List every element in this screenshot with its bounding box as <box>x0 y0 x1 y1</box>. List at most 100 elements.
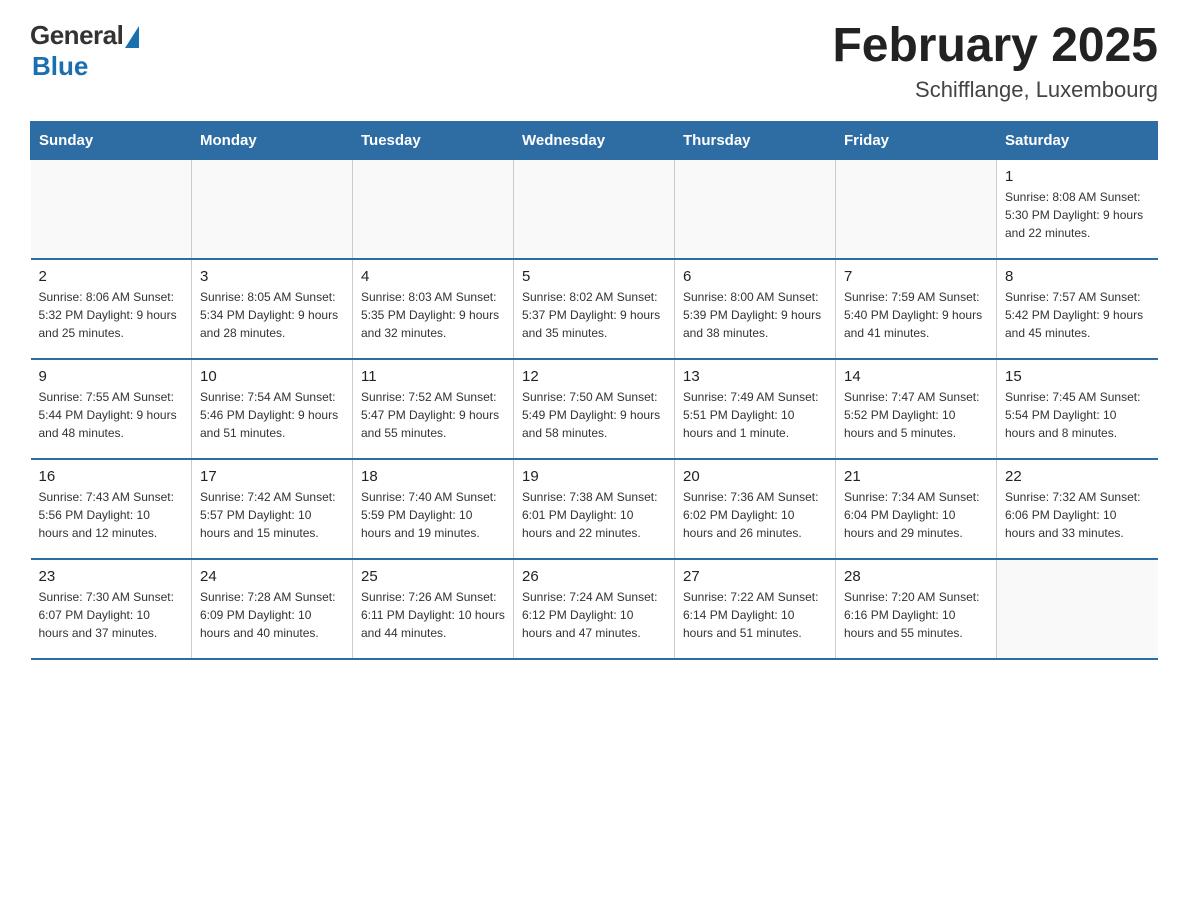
calendar-day-cell <box>31 159 192 259</box>
day-info: Sunrise: 7:34 AM Sunset: 6:04 PM Dayligh… <box>844 488 988 542</box>
day-info: Sunrise: 7:20 AM Sunset: 6:16 PM Dayligh… <box>844 588 988 642</box>
day-info: Sunrise: 7:38 AM Sunset: 6:01 PM Dayligh… <box>522 488 666 542</box>
calendar-day-cell: 26 Sunrise: 7:24 AM Sunset: 6:12 PM Dayli… <box>514 559 675 659</box>
day-number: 18 <box>361 468 505 485</box>
day-number: 16 <box>39 468 184 485</box>
calendar-day-cell: 28 Sunrise: 7:20 AM Sunset: 6:16 PM Dayli… <box>836 559 997 659</box>
day-info: Sunrise: 8:00 AM Sunset: 5:39 PM Dayligh… <box>683 288 827 342</box>
day-of-week-header: Friday <box>836 121 997 159</box>
calendar-day-cell <box>836 159 997 259</box>
calendar-day-cell: 6 Sunrise: 8:00 AM Sunset: 5:39 PM Daylig… <box>675 259 836 359</box>
day-info: Sunrise: 8:06 AM Sunset: 5:32 PM Dayligh… <box>39 288 184 342</box>
day-number: 3 <box>200 268 344 285</box>
page-header: General Blue February 2025 Schifflange, … <box>30 20 1158 103</box>
day-info: Sunrise: 8:02 AM Sunset: 5:37 PM Dayligh… <box>522 288 666 342</box>
day-number: 6 <box>683 268 827 285</box>
calendar-day-cell: 15 Sunrise: 7:45 AM Sunset: 5:54 PM Dayli… <box>997 359 1158 459</box>
day-number: 12 <box>522 368 666 385</box>
day-info: Sunrise: 7:40 AM Sunset: 5:59 PM Dayligh… <box>361 488 505 542</box>
day-info: Sunrise: 7:24 AM Sunset: 6:12 PM Dayligh… <box>522 588 666 642</box>
day-number: 8 <box>1005 268 1150 285</box>
day-number: 9 <box>39 368 184 385</box>
day-of-week-header: Tuesday <box>353 121 514 159</box>
calendar-header-row: SundayMondayTuesdayWednesdayThursdayFrid… <box>31 121 1158 159</box>
calendar-day-cell <box>514 159 675 259</box>
day-info: Sunrise: 7:55 AM Sunset: 5:44 PM Dayligh… <box>39 388 184 442</box>
calendar-day-cell: 3 Sunrise: 8:05 AM Sunset: 5:34 PM Daylig… <box>192 259 353 359</box>
day-of-week-header: Sunday <box>31 121 192 159</box>
day-of-week-header: Saturday <box>997 121 1158 159</box>
day-info: Sunrise: 7:22 AM Sunset: 6:14 PM Dayligh… <box>683 588 827 642</box>
calendar-week-row: 23 Sunrise: 7:30 AM Sunset: 6:07 PM Dayli… <box>31 559 1158 659</box>
day-number: 13 <box>683 368 827 385</box>
logo-general-text: General <box>30 20 123 51</box>
logo-blue-text: Blue <box>32 51 88 82</box>
day-number: 23 <box>39 568 184 585</box>
logo: General Blue <box>30 20 139 82</box>
day-number: 1 <box>1005 168 1150 185</box>
day-info: Sunrise: 7:54 AM Sunset: 5:46 PM Dayligh… <box>200 388 344 442</box>
calendar-day-cell: 27 Sunrise: 7:22 AM Sunset: 6:14 PM Dayli… <box>675 559 836 659</box>
day-info: Sunrise: 7:45 AM Sunset: 5:54 PM Dayligh… <box>1005 388 1150 442</box>
calendar-day-cell: 11 Sunrise: 7:52 AM Sunset: 5:47 PM Dayli… <box>353 359 514 459</box>
day-info: Sunrise: 7:26 AM Sunset: 6:11 PM Dayligh… <box>361 588 505 642</box>
title-area: February 2025 Schifflange, Luxembourg <box>832 20 1158 103</box>
day-number: 21 <box>844 468 988 485</box>
calendar-day-cell <box>675 159 836 259</box>
day-number: 24 <box>200 568 344 585</box>
day-number: 14 <box>844 368 988 385</box>
day-info: Sunrise: 7:47 AM Sunset: 5:52 PM Dayligh… <box>844 388 988 442</box>
day-number: 27 <box>683 568 827 585</box>
calendar-week-row: 16 Sunrise: 7:43 AM Sunset: 5:56 PM Dayli… <box>31 459 1158 559</box>
calendar-day-cell: 16 Sunrise: 7:43 AM Sunset: 5:56 PM Dayli… <box>31 459 192 559</box>
day-info: Sunrise: 7:59 AM Sunset: 5:40 PM Dayligh… <box>844 288 988 342</box>
day-info: Sunrise: 7:42 AM Sunset: 5:57 PM Dayligh… <box>200 488 344 542</box>
calendar-day-cell: 22Sunrise: 7:32 AM Sunset: 6:06 PM Dayli… <box>997 459 1158 559</box>
calendar-day-cell: 18 Sunrise: 7:40 AM Sunset: 5:59 PM Dayli… <box>353 459 514 559</box>
calendar-day-cell: 9 Sunrise: 7:55 AM Sunset: 5:44 PM Daylig… <box>31 359 192 459</box>
page-subtitle: Schifflange, Luxembourg <box>832 77 1158 103</box>
day-info: Sunrise: 7:57 AM Sunset: 5:42 PM Dayligh… <box>1005 288 1150 342</box>
calendar-day-cell: 13 Sunrise: 7:49 AM Sunset: 5:51 PM Dayli… <box>675 359 836 459</box>
day-number: 17 <box>200 468 344 485</box>
calendar-week-row: 9 Sunrise: 7:55 AM Sunset: 5:44 PM Daylig… <box>31 359 1158 459</box>
day-info: Sunrise: 8:05 AM Sunset: 5:34 PM Dayligh… <box>200 288 344 342</box>
day-info: Sunrise: 8:08 AM Sunset: 5:30 PM Dayligh… <box>1005 188 1150 242</box>
day-info: Sunrise: 7:32 AM Sunset: 6:06 PM Dayligh… <box>1005 488 1150 542</box>
day-number: 19 <box>522 468 666 485</box>
calendar-day-cell <box>997 559 1158 659</box>
calendar-day-cell: 1 Sunrise: 8:08 AM Sunset: 5:30 PM Daylig… <box>997 159 1158 259</box>
calendar-day-cell: 14 Sunrise: 7:47 AM Sunset: 5:52 PM Dayli… <box>836 359 997 459</box>
day-number: 10 <box>200 368 344 385</box>
calendar-day-cell: 25 Sunrise: 7:26 AM Sunset: 6:11 PM Dayli… <box>353 559 514 659</box>
logo-triangle-icon <box>125 26 139 48</box>
calendar-week-row: 1 Sunrise: 8:08 AM Sunset: 5:30 PM Daylig… <box>31 159 1158 259</box>
day-number: 5 <box>522 268 666 285</box>
calendar-day-cell <box>192 159 353 259</box>
calendar-day-cell: 12 Sunrise: 7:50 AM Sunset: 5:49 PM Dayli… <box>514 359 675 459</box>
calendar-day-cell: 17 Sunrise: 7:42 AM Sunset: 5:57 PM Dayli… <box>192 459 353 559</box>
calendar-day-cell: 19 Sunrise: 7:38 AM Sunset: 6:01 PM Dayli… <box>514 459 675 559</box>
calendar-day-cell: 21 Sunrise: 7:34 AM Sunset: 6:04 PM Dayli… <box>836 459 997 559</box>
day-number: 28 <box>844 568 988 585</box>
day-info: Sunrise: 7:43 AM Sunset: 5:56 PM Dayligh… <box>39 488 184 542</box>
day-number: 7 <box>844 268 988 285</box>
calendar-week-row: 2Sunrise: 8:06 AM Sunset: 5:32 PM Daylig… <box>31 259 1158 359</box>
day-of-week-header: Wednesday <box>514 121 675 159</box>
day-info: Sunrise: 7:30 AM Sunset: 6:07 PM Dayligh… <box>39 588 184 642</box>
day-number: 26 <box>522 568 666 585</box>
page-title: February 2025 <box>832 20 1158 73</box>
calendar-table: SundayMondayTuesdayWednesdayThursdayFrid… <box>30 121 1158 661</box>
day-info: Sunrise: 7:49 AM Sunset: 5:51 PM Dayligh… <box>683 388 827 442</box>
day-number: 15 <box>1005 368 1150 385</box>
calendar-day-cell: 20Sunrise: 7:36 AM Sunset: 6:02 PM Dayli… <box>675 459 836 559</box>
calendar-day-cell: 23 Sunrise: 7:30 AM Sunset: 6:07 PM Dayli… <box>31 559 192 659</box>
day-number: 11 <box>361 368 505 385</box>
calendar-day-cell: 2Sunrise: 8:06 AM Sunset: 5:32 PM Daylig… <box>31 259 192 359</box>
day-info: Sunrise: 7:50 AM Sunset: 5:49 PM Dayligh… <box>522 388 666 442</box>
calendar-day-cell: 10 Sunrise: 7:54 AM Sunset: 5:46 PM Dayli… <box>192 359 353 459</box>
day-info: Sunrise: 8:03 AM Sunset: 5:35 PM Dayligh… <box>361 288 505 342</box>
calendar-day-cell: 7 Sunrise: 7:59 AM Sunset: 5:40 PM Daylig… <box>836 259 997 359</box>
day-number: 25 <box>361 568 505 585</box>
day-info: Sunrise: 7:52 AM Sunset: 5:47 PM Dayligh… <box>361 388 505 442</box>
